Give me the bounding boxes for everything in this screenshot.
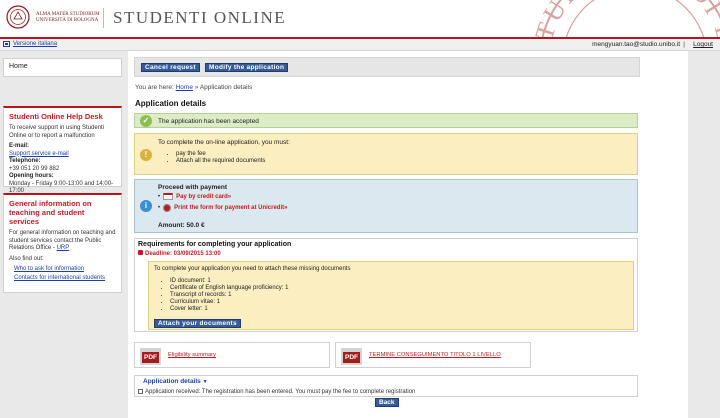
application-details-toggle[interactable]: Application details ▼	[143, 378, 208, 385]
sidebar-home-label[interactable]: Home	[9, 63, 28, 70]
application-details-panel: Application details ▼ Application receiv…	[134, 375, 638, 397]
document-icon	[138, 389, 143, 394]
general-info-text: For general information on teaching and …	[9, 230, 116, 253]
chevron-down-icon: ▼	[202, 379, 208, 385]
missing-item: Curriculum vitae: 1	[170, 299, 288, 306]
help-desk-box: Studenti Online Help Desk To receive sup…	[3, 106, 122, 194]
info-icon: i	[140, 200, 152, 212]
print-form-link[interactable]: Print the form for payment at Unicredit»	[174, 205, 287, 211]
email-label: E-mail:	[9, 143, 30, 149]
right-margin	[688, 51, 720, 418]
deadline-text: Deadline: 03/09/2015 13:00	[145, 251, 221, 257]
requirements-title: Requirements for completing your applica…	[138, 241, 292, 248]
breadcrumb-current: Application details	[199, 84, 253, 91]
missing-item: Transcript of records: 1	[170, 292, 288, 299]
missing-intro: To complete your application you need to…	[154, 266, 351, 272]
urp-link[interactable]: URP	[57, 245, 70, 251]
university-seal-logo	[6, 5, 30, 29]
pay-by-card-link[interactable]: Pay by credit card»	[176, 194, 231, 200]
international-contacts-link[interactable]: Contacts for international students	[9, 275, 116, 283]
university-name: ALMA MATER STUDIORUM UNIVERSITÀ DI BOLOG…	[36, 12, 106, 24]
logout-link[interactable]: Logout	[693, 41, 713, 48]
user-email: mengyuan.tao@studio.unibo.it	[592, 41, 680, 48]
todo-item: pay the fee	[176, 151, 265, 158]
breadcrumb-home-link[interactable]: Home	[176, 84, 193, 91]
phone-label: Telephone:	[9, 158, 41, 164]
missing-item: ID document: 1	[170, 278, 288, 285]
help-desk-title: Studenti Online Help Desk	[9, 112, 103, 121]
check-icon: ✓	[140, 115, 152, 127]
main-content: Cancel request Modify the application Yo…	[128, 51, 688, 418]
hours-label: Opening hours:	[9, 173, 54, 179]
back-button[interactable]: Back	[375, 398, 399, 407]
application-details-title[interactable]: Application details	[143, 378, 201, 385]
modify-application-button[interactable]: Modify the application	[205, 63, 289, 72]
action-toolbar: Cancel request Modify the application	[134, 57, 640, 77]
breadcrumb-separator: »	[194, 84, 199, 91]
site-header: ALMA MATER STUDIORUM UNIVERSITÀ DI BOLOG…	[0, 0, 720, 38]
deadline-icon	[138, 250, 143, 255]
pdf-icon: PDF	[140, 348, 161, 365]
also-find-out: Also find out:	[9, 255, 44, 262]
header-divider	[103, 8, 104, 28]
payment-amount: Amount: 50.0 €	[158, 222, 205, 229]
pay-card-row[interactable]: • Pay by credit card»	[158, 193, 231, 200]
application-details-row: Application received: The registration h…	[138, 389, 415, 395]
degree-deadline-link[interactable]: TERMINE CONSEGUIMENTO TITOLO 1 LIVELLO	[369, 352, 501, 358]
language-link[interactable]: Versione italiana	[13, 41, 57, 47]
sidebar: Home Studenti Online Help Desk To receiv…	[0, 51, 128, 418]
requirements-box: Requirements for completing your applica…	[134, 238, 638, 332]
university-line2: UNIVERSITÀ DI BOLOGNA	[36, 18, 99, 23]
breadcrumb: You are here: Home » Application details	[135, 84, 252, 91]
support-email-link[interactable]: Support service e-mail	[9, 151, 116, 159]
portal-title: STUDENTI ONLINE	[113, 8, 287, 27]
language-switch[interactable]: Versione italiana	[3, 41, 57, 47]
sidebar-home[interactable]: Home	[3, 58, 122, 77]
who-to-ask-link[interactable]: Who to ask for information	[9, 266, 116, 274]
accepted-message: ✓ The application has been accepted	[134, 113, 638, 128]
todo-message: ! To complete the on-line application, y…	[134, 133, 638, 175]
breadcrumb-prefix: You are here:	[135, 84, 174, 91]
credit-card-icon	[163, 193, 174, 200]
warning-icon: !	[140, 149, 152, 161]
application-details-text: Application received: The registration h…	[145, 389, 416, 396]
page-title: Application details	[135, 99, 207, 108]
document-card[interactable]: PDF Eligibility summary	[134, 342, 330, 368]
attach-documents-button[interactable]: Attach your documents	[154, 319, 241, 328]
flag-icon	[3, 41, 10, 47]
document-card[interactable]: PDF TERMINE CONSEGUIMENTO TITOLO 1 LIVEL…	[335, 342, 531, 368]
todo-intro: To complete the on-line application, you…	[158, 139, 290, 146]
pdf-icon: PDF	[341, 348, 362, 365]
missing-list: ID document: 1 Certificate of English la…	[154, 278, 288, 313]
seal-text: STUDIORUM DI BOLOGNA	[520, 0, 720, 38]
accepted-text: The application has been accepted	[158, 118, 259, 125]
university-seal-watermark: STUDIORUM DI BOLOGNA	[520, 0, 720, 38]
missing-documents-box: To complete your application you need to…	[148, 261, 634, 330]
payment-title: Proceed with payment	[158, 184, 227, 191]
eligibility-summary-link[interactable]: Eligibility summary	[168, 352, 216, 358]
phone-number: +39 051 20 99 882	[9, 165, 60, 172]
general-info-box: General information on teaching and stud…	[3, 193, 122, 293]
payment-message: i Proceed with payment • Pay by credit c…	[134, 179, 638, 233]
top-bar: Versione italiana mengyuan.tao@studio.un…	[0, 39, 720, 51]
missing-item: Certificate of English language proficie…	[170, 285, 288, 292]
cancel-request-button[interactable]: Cancel request	[141, 63, 200, 72]
todo-list: pay the fee Attach all the required docu…	[160, 151, 265, 165]
print-form-row[interactable]: • Print the form for payment at Unicredi…	[158, 204, 287, 212]
unicredit-icon	[163, 204, 172, 212]
todo-item: Attach all the required documents	[176, 158, 265, 165]
general-info-title: General information on teaching and stud…	[9, 199, 92, 226]
svg-text:STUDIORUM DI BOLOGNA: STUDIORUM DI BOLOGNA	[520, 0, 720, 38]
topbar-separator: |	[683, 41, 685, 48]
help-desk-text: To receive support in using Studenti Onl…	[9, 125, 105, 139]
deadline: Deadline: 03/09/2015 13:00	[138, 250, 221, 257]
missing-item: Cover letter: 1	[170, 306, 288, 313]
